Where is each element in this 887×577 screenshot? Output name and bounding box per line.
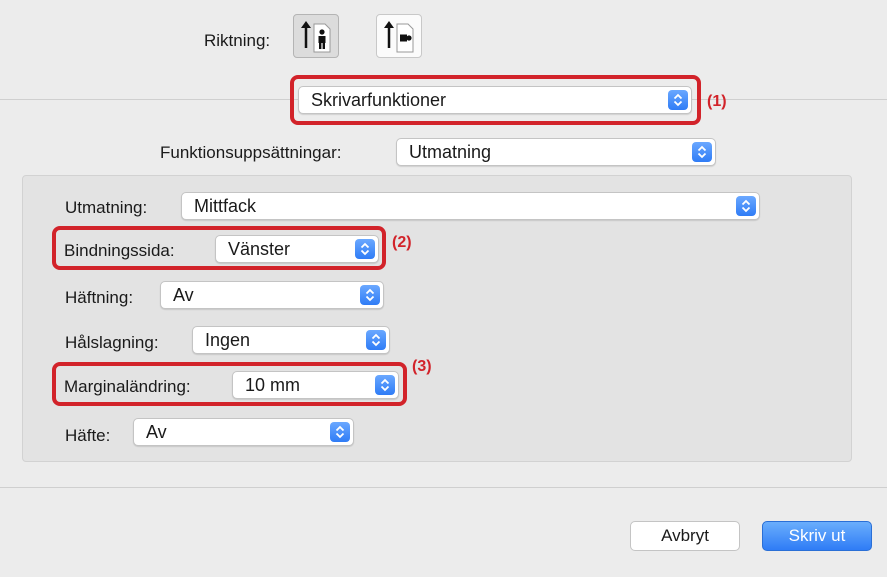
output-select[interactable]: Mittfack [181,192,760,220]
chevron-updown-icon [355,239,375,259]
annotation-3: (3) [412,358,432,375]
chevron-updown-icon [692,142,712,162]
feature-sets-select[interactable]: Utmatning [396,138,716,166]
stapling-select[interactable]: Av [160,281,384,309]
chevron-updown-icon [668,90,688,110]
landscape-orientation-button[interactable] [376,14,422,58]
margin-label: Marginaländring: [64,377,191,396]
annotation-1: (1) [707,93,727,110]
orientation-label: Riktning: [204,31,271,50]
booklet-value: Av [146,422,167,442]
feature-sets-label: Funktionsuppsättningar: [160,143,342,162]
chevron-updown-icon [360,285,380,305]
stapling-value: Av [173,285,194,305]
margin-value: 10 mm [245,375,301,395]
chevron-updown-icon [736,196,756,216]
booklet-label: Häfte: [65,426,111,445]
panel-menu-select[interactable]: Skrivarfunktioner [298,86,692,114]
portrait-icon [301,21,331,53]
chevron-updown-icon [366,330,386,350]
annotation-2: (2) [392,234,412,251]
margin-select[interactable]: 10 mm [232,371,399,399]
punch-label: Hålslagning: [65,333,159,352]
output-value: Mittfack [194,196,257,216]
binding-value: Vänster [228,239,291,259]
booklet-select[interactable]: Av [133,418,354,446]
chevron-updown-icon [330,422,350,442]
binding-select[interactable]: Vänster [215,235,379,263]
portrait-orientation-button[interactable] [293,14,339,58]
feature-sets-value: Utmatning [409,142,492,162]
punch-select[interactable]: Ingen [192,326,390,354]
output-label: Utmatning: [65,198,148,217]
binding-label: Bindningssida: [64,241,175,260]
punch-value: Ingen [205,330,251,350]
stapling-label: Häftning: [65,288,134,307]
cancel-button[interactable]: Avbryt [630,521,740,551]
separator-bottom [0,487,887,488]
print-button[interactable]: Skriv ut [762,521,872,551]
landscape-icon [384,21,414,53]
chevron-updown-icon [375,375,395,395]
panel-menu-value: Skrivarfunktioner [311,90,447,110]
